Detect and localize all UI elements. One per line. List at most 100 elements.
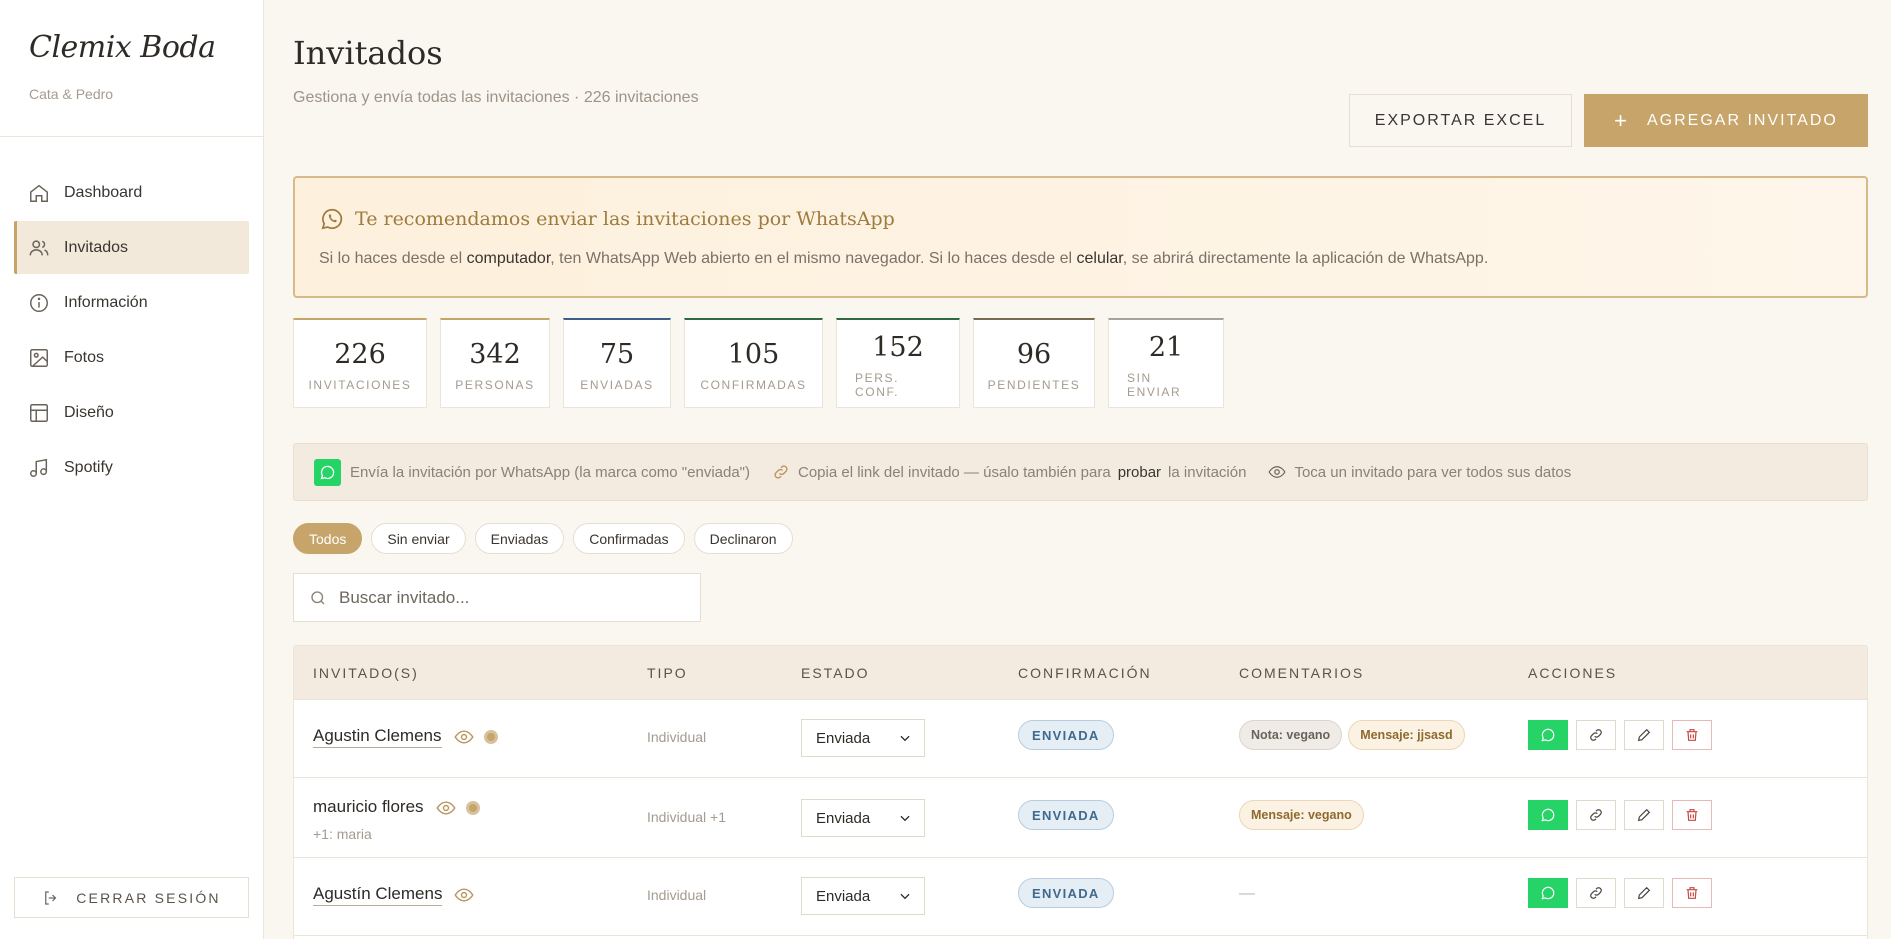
add-guest-button[interactable]: + AGREGAR INVITADO <box>1584 94 1868 147</box>
page-title: Invitados <box>293 34 443 72</box>
chevron-down-icon <box>900 893 910 900</box>
eye-icon[interactable] <box>454 885 475 905</box>
sidebar-item-invitados[interactable]: Invitados <box>14 221 249 274</box>
chevron-down-icon <box>900 735 910 742</box>
eye-icon[interactable] <box>453 727 474 747</box>
delete-button[interactable] <box>1672 720 1712 750</box>
whatsapp-recommendation-banner: Te recomendamos enviar las invitaciones … <box>293 176 1868 298</box>
sidebar-item-spotify[interactable]: Spotify <box>14 441 249 494</box>
status-select[interactable]: Enviada <box>801 719 925 757</box>
export-excel-button[interactable]: EXPORTAR EXCEL <box>1349 94 1572 147</box>
stat-card-confirmadas[interactable]: 105 CONFIRMADAS <box>684 318 823 408</box>
pencil-icon <box>1637 728 1651 742</box>
filter-confirmadas[interactable]: Confirmadas <box>573 523 685 554</box>
help-link-strong: probar <box>1117 463 1162 481</box>
link-icon <box>1590 729 1602 741</box>
filter-todos[interactable]: Todos <box>293 523 363 554</box>
stat-card-pers-conf[interactable]: 152 PERS. CONF. <box>836 318 960 408</box>
stat-label: INVITACIONES <box>308 378 412 392</box>
status-select-value: Enviada <box>816 887 871 905</box>
banner-text-strong: computador <box>466 250 551 267</box>
logout-button[interactable]: CERRAR SESIÓN <box>14 877 249 918</box>
guest-name-line: mauricio flores <box>313 797 480 818</box>
empty-comments: — <box>1239 885 1255 902</box>
send-whatsapp-button[interactable] <box>1528 878 1568 908</box>
edit-button[interactable] <box>1624 878 1664 908</box>
note-tag: Nota: vegano <box>1239 720 1343 750</box>
copy-link-button[interactable] <box>1576 720 1616 750</box>
sidebar-item-label: Fotos <box>64 348 105 366</box>
delete-button[interactable] <box>1672 878 1712 908</box>
table-row[interactable]: Agustin Clemens Individual Enviada ENVIA… <box>294 700 1867 778</box>
stat-value: 152 <box>872 332 924 363</box>
banner-text-strong: celular <box>1076 250 1123 267</box>
status-select-value: Enviada <box>816 729 871 747</box>
guest-name[interactable]: Agustín Clemens <box>313 884 443 906</box>
guest-cell: Agustin Clemens <box>313 726 498 748</box>
search-input[interactable] <box>339 587 679 608</box>
table-row[interactable]: mauricio flores +1: maria Individual +1 … <box>294 778 1867 858</box>
sidebar-item-label: Invitados <box>64 238 129 256</box>
guest-type: Individual <box>647 887 707 903</box>
edit-button[interactable] <box>1624 720 1664 750</box>
status-filter-chips: Todos Sin enviar Enviadas Confirmadas De… <box>293 523 793 554</box>
sidebar-item-diseno[interactable]: Diseño <box>14 386 249 439</box>
col-header-comentarios[interactable]: COMENTARIOS <box>1239 665 1364 681</box>
confirmation-badge: ENVIADA <box>1018 878 1114 908</box>
col-header-estado[interactable]: ESTADO <box>801 665 870 681</box>
guest-name[interactable]: Agustin Clemens <box>313 726 442 748</box>
help-eye-text: Toca un invitado para ver todos sus dato… <box>1294 463 1572 481</box>
confirmation-badge: ENVIADA <box>1018 720 1114 750</box>
copy-link-button[interactable] <box>1576 800 1616 830</box>
whatsapp-icon <box>1541 728 1555 742</box>
edit-button[interactable] <box>1624 800 1664 830</box>
sidebar-item-informacion[interactable]: Información <box>14 276 249 329</box>
stat-value: 226 <box>334 339 386 370</box>
home-icon <box>28 182 50 204</box>
comment-tags: Nota: vegano Mensaje: jjsasd <box>1239 720 1465 750</box>
stat-card-enviadas[interactable]: 75 ENVIADAS <box>563 318 671 408</box>
filter-enviadas[interactable]: Enviadas <box>474 523 565 554</box>
copy-link-button[interactable] <box>1576 878 1616 908</box>
trash-icon <box>1686 809 1698 821</box>
whatsapp-icon <box>1541 808 1555 822</box>
stat-value: 75 <box>599 339 635 370</box>
col-header-tipo[interactable]: TIPO <box>647 665 688 681</box>
col-header-invitados[interactable]: INVITADO(S) <box>313 665 419 681</box>
filter-sin-enviar[interactable]: Sin enviar <box>371 523 466 554</box>
row-actions <box>1528 878 1712 908</box>
status-select[interactable]: Enviada <box>801 799 925 837</box>
delete-button[interactable] <box>1672 800 1712 830</box>
send-whatsapp-button[interactable] <box>1528 800 1568 830</box>
table-header: INVITADO(S) TIPO ESTADO CONFIRMACIÓN COM… <box>294 646 1867 700</box>
stat-card-sin-enviar[interactable]: 21 SIN ENVIAR <box>1108 318 1224 408</box>
stat-value: 21 <box>1148 332 1184 363</box>
comment-tags: Mensaje: vegano <box>1239 800 1364 830</box>
col-header-confirmacion[interactable]: CONFIRMACIÓN <box>1018 665 1152 681</box>
stat-card-invitaciones[interactable]: 226 INVITACIONES <box>293 318 427 408</box>
stat-card-personas[interactable]: 342 PERSONAS <box>440 318 550 408</box>
brand-logo[interactable]: Clemix Boda <box>29 30 216 65</box>
filter-declinaron[interactable]: Declinaron <box>693 523 793 554</box>
status-select[interactable]: Enviada <box>801 877 925 915</box>
stat-label: PERS. CONF. <box>855 371 900 399</box>
guest-cell: mauricio flores +1: maria <box>313 797 480 842</box>
send-whatsapp-button[interactable] <box>1528 720 1568 750</box>
sidebar-item-fotos[interactable]: Fotos <box>14 331 249 384</box>
users-icon <box>28 237 50 259</box>
info-icon <box>28 292 50 314</box>
banner-text: Si lo haces desde el computador, ten Wha… <box>319 250 1488 268</box>
status-dot <box>465 800 480 815</box>
eye-icon[interactable] <box>435 798 456 818</box>
message-tag: Mensaje: jjsasd <box>1348 720 1465 750</box>
stat-card-pendientes[interactable]: 96 PENDIENTES <box>973 318 1095 408</box>
sidebar-item-label: Información <box>64 293 148 311</box>
stat-label: SIN ENVIAR <box>1127 371 1182 399</box>
table-row[interactable]: Agustín Clemens Individual Enviada ENVIA… <box>294 858 1867 936</box>
image-icon <box>28 347 50 369</box>
stat-label: ENVIADAS <box>580 378 654 392</box>
sidebar-item-dashboard[interactable]: Dashboard <box>14 166 249 219</box>
sidebar: Clemix Boda Cata & Pedro Dashboard Invit… <box>0 0 264 939</box>
stat-value: 96 <box>1016 339 1052 370</box>
guest-name[interactable]: mauricio flores <box>313 797 424 818</box>
